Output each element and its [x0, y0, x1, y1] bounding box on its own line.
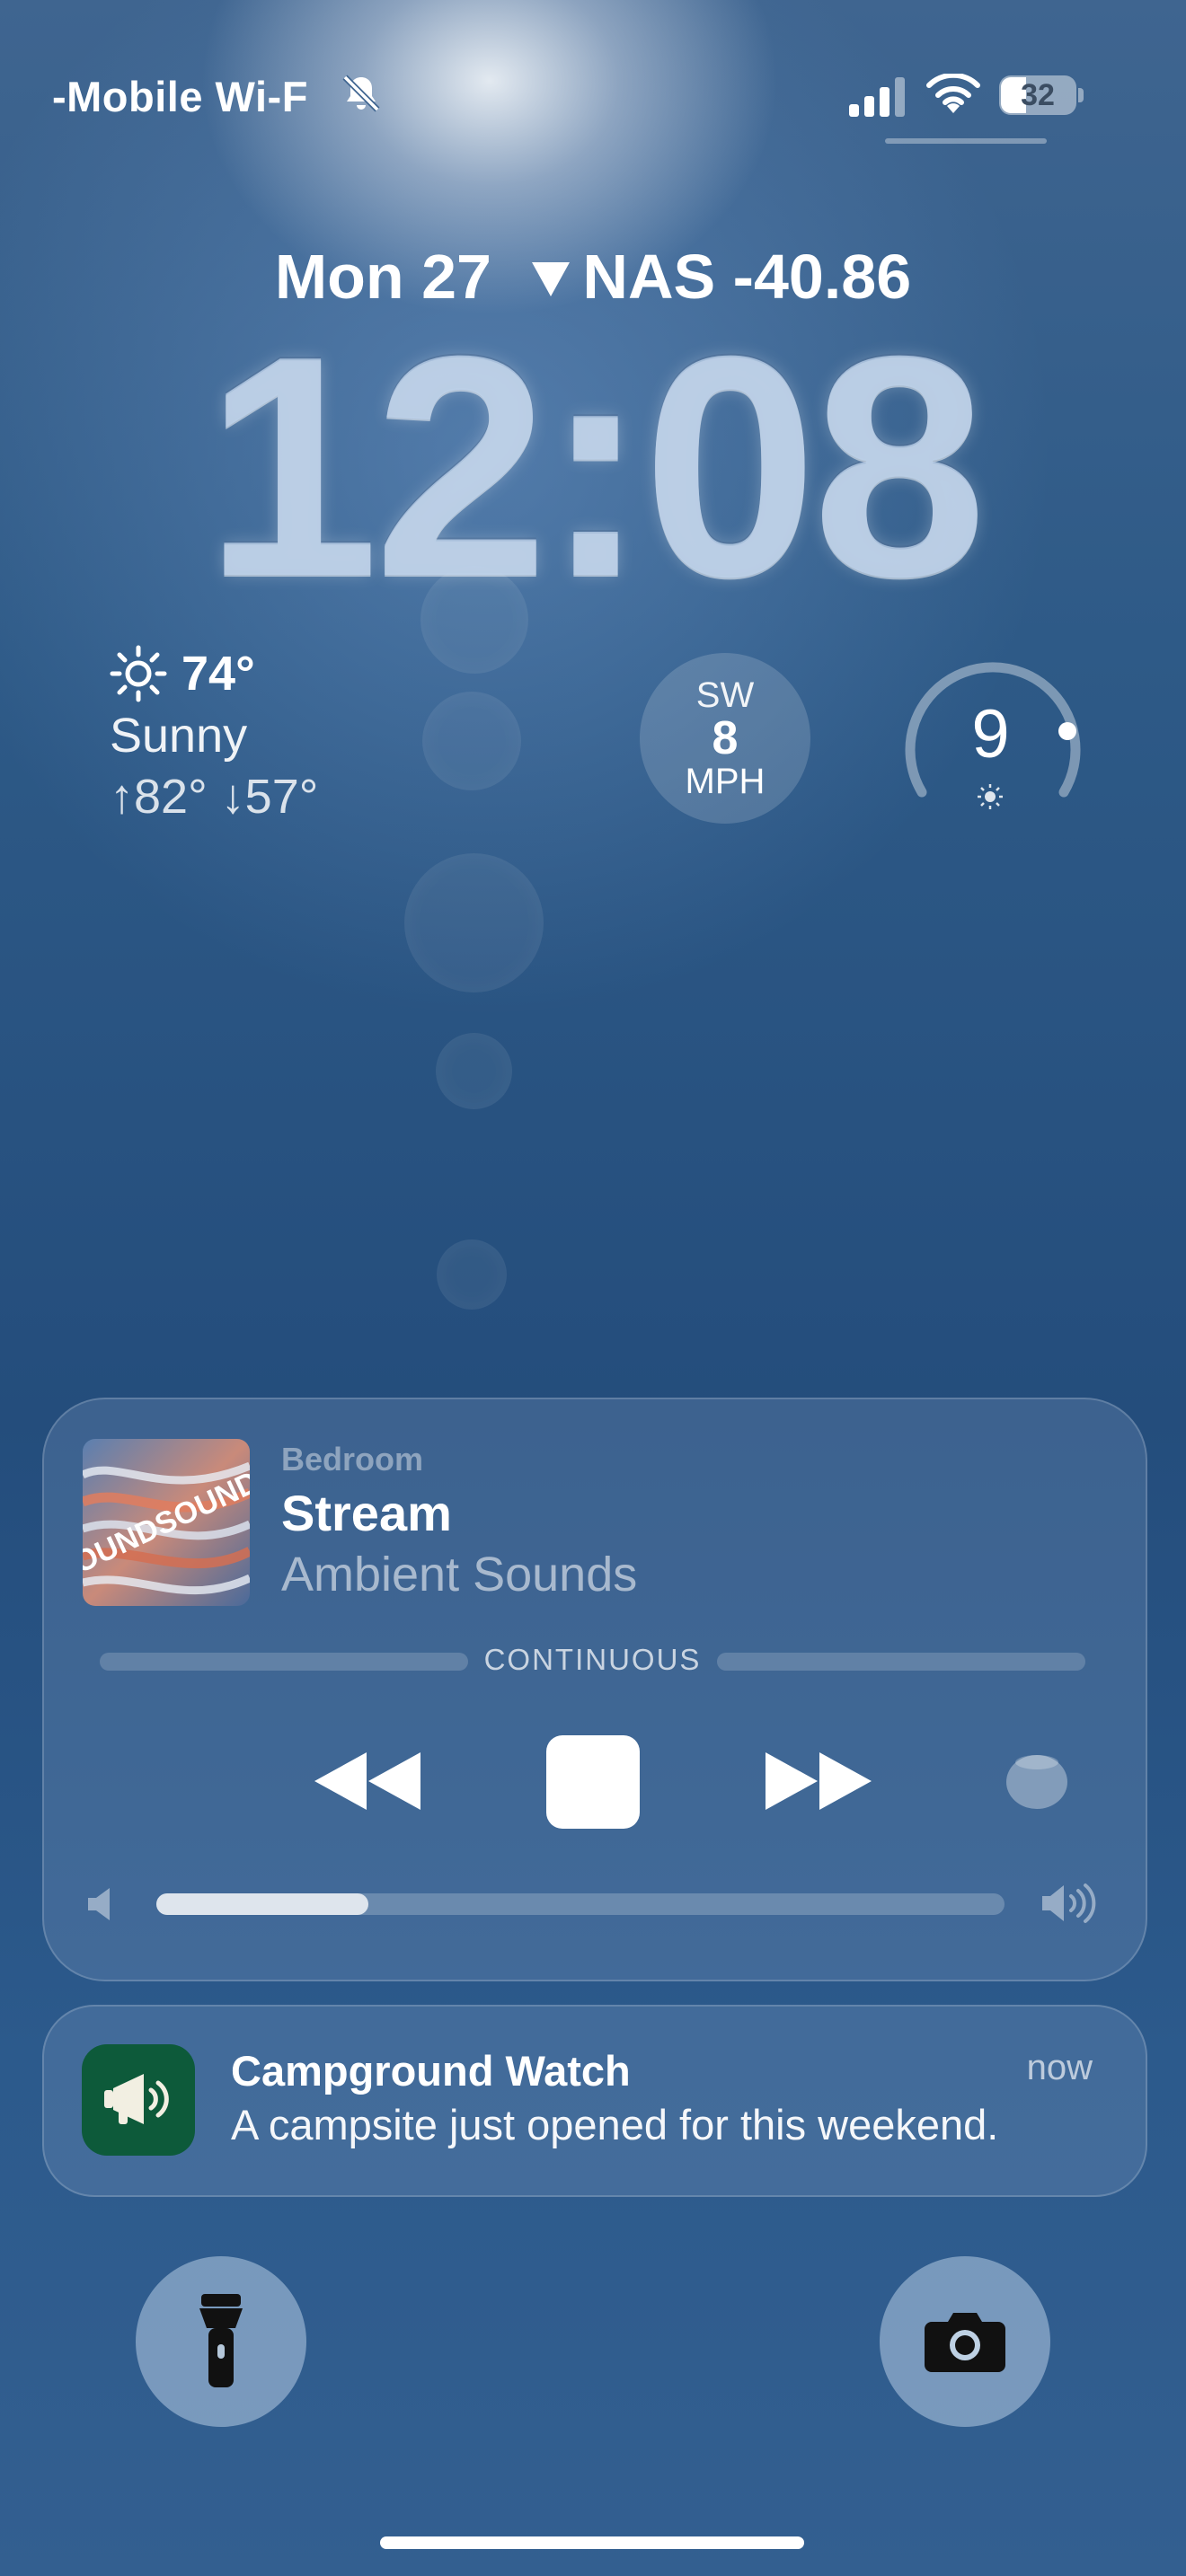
background-orb: [437, 1239, 507, 1310]
silent-mode-bell-icon: [342, 75, 380, 112]
track-title: Stream: [281, 1485, 452, 1541]
homepod-icon[interactable]: [1005, 1750, 1069, 1811]
track-artist: Ambient Sounds: [281, 1548, 638, 1601]
background-orb: [422, 692, 521, 790]
control-center-handle[interactable]: [885, 138, 1047, 144]
sun-small-icon: [978, 784, 1003, 809]
volume-slider-fill: [156, 1893, 368, 1915]
volume-high-icon: [1042, 1883, 1096, 1923]
volume-slider[interactable]: [156, 1893, 1005, 1915]
camera-icon: [925, 2313, 1005, 2372]
battery-level: 32: [1021, 78, 1055, 112]
stop-button[interactable]: [546, 1735, 640, 1829]
playback-device-label: Bedroom: [281, 1441, 424, 1478]
battery-icon: 32: [999, 75, 1084, 115]
camera-button[interactable]: [880, 2256, 1050, 2427]
megaphone-icon: [104, 2074, 169, 2124]
notification-message: A campsite just opened for this weekend.: [231, 2101, 999, 2148]
home-indicator[interactable]: [380, 2536, 804, 2549]
wind-unit: MPH: [685, 762, 766, 802]
playback-progress-bar-right: [717, 1653, 1085, 1671]
uv-index-widget[interactable]: 9: [898, 648, 1087, 828]
flashlight-button[interactable]: [136, 2256, 306, 2427]
uv-index-value: 9: [971, 696, 1010, 772]
weather-condition: Sunny: [110, 709, 248, 763]
playback-mode-label: CONTINUOUS: [483, 1643, 702, 1676]
weather-high-low: ↑82° ↓57°: [110, 770, 319, 824]
flashlight-icon: [199, 2294, 243, 2387]
carrier-label: -Mobile Wi-F: [52, 73, 308, 120]
sun-icon: [110, 645, 167, 702]
wind-widget[interactable]: SW 8 MPH: [640, 653, 810, 824]
weather-widget[interactable]: 74° Sunny ↑82° ↓57°: [110, 645, 318, 825]
wind-direction: SW: [695, 675, 755, 715]
weather-temperature: 74°: [181, 647, 255, 701]
album-art[interactable]: SOUNDSOUNDS: [83, 1439, 250, 1606]
cellular-signal-icon: [849, 77, 905, 117]
lock-screen-time: 12:08: [204, 291, 987, 642]
notification-time: now: [1026, 2048, 1093, 2087]
notification-app-icon: [82, 2044, 195, 2156]
background-orb: [404, 853, 544, 992]
playback-progress-bar-left: [100, 1653, 468, 1671]
fast-forward-icon[interactable]: [764, 1749, 873, 1813]
wind-speed: 8: [712, 711, 739, 764]
notification-title: Campground Watch: [231, 2047, 631, 2095]
wifi-icon: [926, 74, 980, 113]
rewind-icon[interactable]: [313, 1749, 422, 1813]
background-orb: [436, 1033, 512, 1109]
volume-low-icon: [88, 1888, 110, 1920]
